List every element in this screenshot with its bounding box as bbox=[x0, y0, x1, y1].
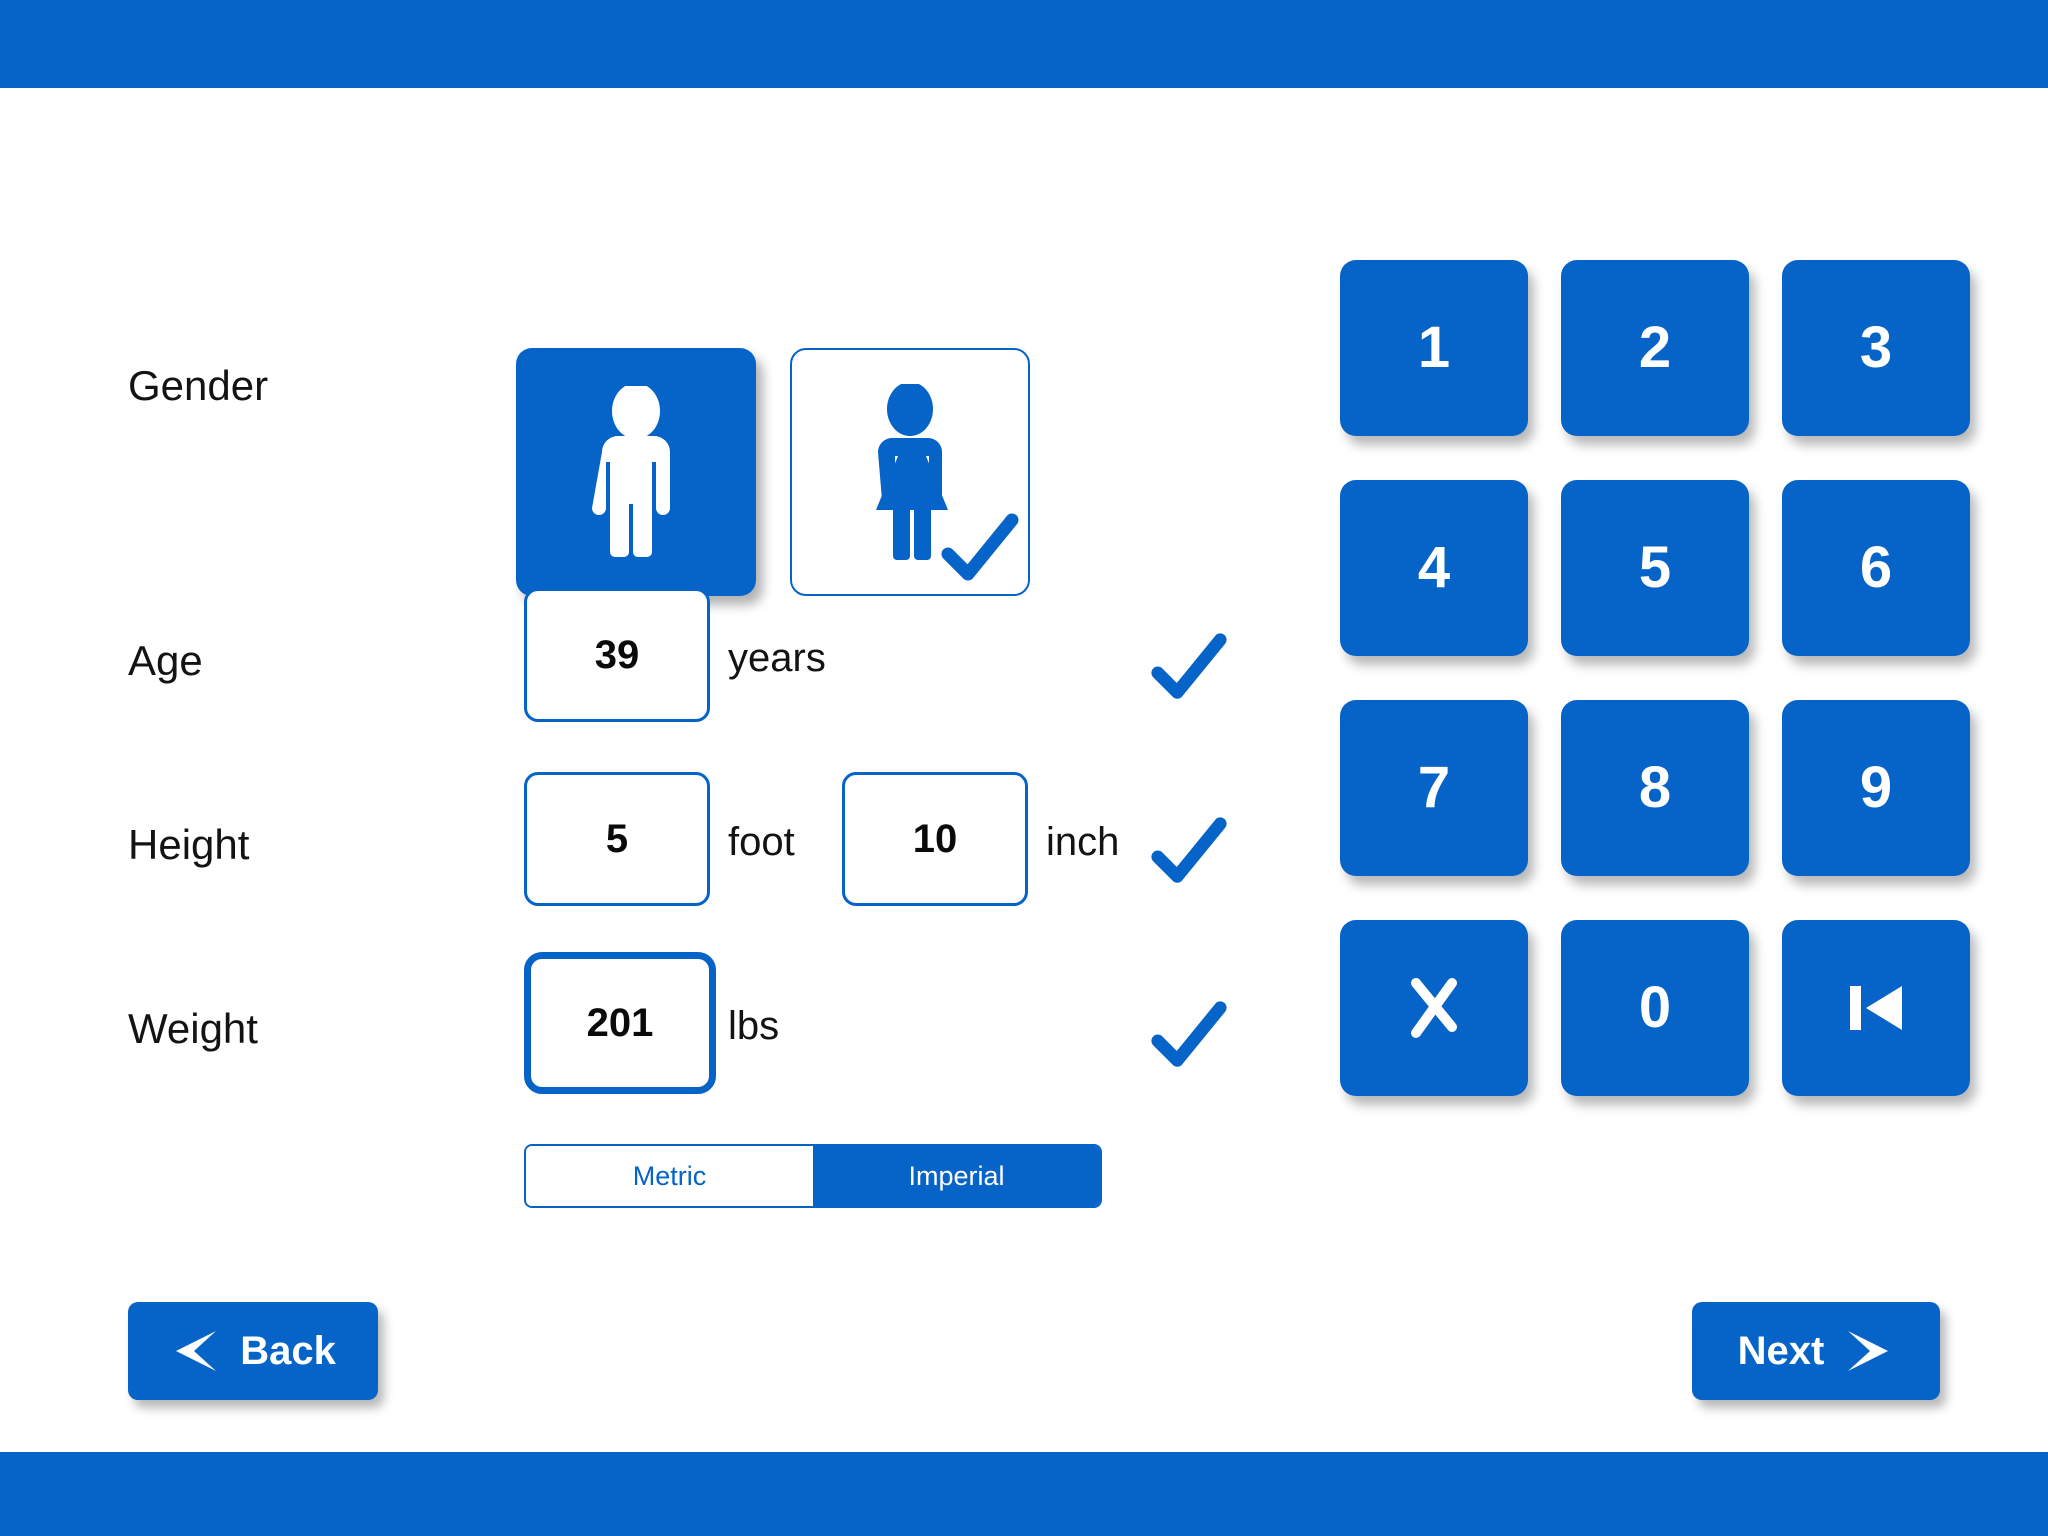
bottom-bar bbox=[0, 1452, 2048, 1536]
gender-selected-checkmark-icon bbox=[938, 508, 1022, 592]
next-button-label: Next bbox=[1737, 1329, 1825, 1373]
weight-row: Weight 201 lbs Metric Imperial bbox=[0, 952, 1300, 1236]
age-valid-checkmark-icon bbox=[1148, 628, 1230, 710]
height-inch-unit-label: inch bbox=[1046, 820, 1120, 864]
patient-data-entry-screen: Gender Age 39 years Height 5 foot 10 inc… bbox=[0, 0, 2048, 1536]
gender-female-button[interactable] bbox=[790, 348, 1030, 596]
key-9[interactable]: 9 bbox=[1782, 700, 1970, 876]
key-7[interactable]: 7 bbox=[1340, 700, 1528, 876]
weight-input[interactable]: 201 bbox=[524, 952, 716, 1094]
gender-label: Gender bbox=[128, 362, 269, 409]
key-5[interactable]: 5 bbox=[1561, 480, 1749, 656]
key-0[interactable]: 0 bbox=[1561, 920, 1749, 1096]
unit-toggle-metric[interactable]: Metric bbox=[526, 1146, 813, 1206]
height-feet-unit-label: foot bbox=[728, 820, 795, 864]
chevron-right-icon bbox=[1842, 1328, 1894, 1374]
weight-valid-checkmark-icon bbox=[1148, 996, 1230, 1078]
key-2[interactable]: 2 bbox=[1561, 260, 1749, 436]
key-4[interactable]: 4 bbox=[1340, 480, 1528, 656]
key-6[interactable]: 6 bbox=[1782, 480, 1970, 656]
weight-label: Weight bbox=[128, 1005, 258, 1052]
age-label: Age bbox=[128, 637, 203, 684]
height-feet-input[interactable]: 5 bbox=[524, 772, 710, 906]
height-inch-input[interactable]: 10 bbox=[842, 772, 1028, 906]
age-unit-label: years bbox=[728, 636, 826, 680]
numeric-keypad: 1 2 3 4 5 6 7 8 9 0 bbox=[1340, 260, 1970, 1112]
back-button-label: Back bbox=[240, 1329, 336, 1373]
height-valid-checkmark-icon bbox=[1148, 812, 1230, 894]
key-3[interactable]: 3 bbox=[1782, 260, 1970, 436]
form-area: Gender Age 39 years Height 5 foot 10 inc… bbox=[0, 88, 1300, 1452]
chevron-left-icon bbox=[170, 1328, 222, 1374]
height-label: Height bbox=[128, 821, 250, 868]
key-clear[interactable] bbox=[1340, 920, 1528, 1096]
clear-x-icon bbox=[1408, 977, 1460, 1039]
gender-male-button[interactable] bbox=[516, 348, 756, 596]
weight-unit-label: lbs bbox=[728, 1004, 780, 1048]
age-input[interactable]: 39 bbox=[524, 588, 710, 722]
next-button[interactable]: Next bbox=[1692, 1302, 1940, 1400]
gender-row: Gender bbox=[0, 260, 1300, 596]
key-8[interactable]: 8 bbox=[1561, 700, 1749, 876]
top-bar bbox=[0, 0, 2048, 88]
unit-toggle-imperial[interactable]: Imperial bbox=[813, 1146, 1100, 1206]
unit-system-toggle[interactable]: Metric Imperial bbox=[524, 1144, 1102, 1208]
key-1[interactable]: 1 bbox=[1340, 260, 1528, 436]
back-button[interactable]: Back bbox=[128, 1302, 378, 1400]
skip-back-icon bbox=[1844, 980, 1908, 1036]
male-figure-icon bbox=[582, 386, 690, 558]
height-row: Height 5 foot 10 inch bbox=[0, 772, 1300, 922]
age-row: Age 39 years bbox=[0, 588, 1300, 738]
key-backspace[interactable] bbox=[1782, 920, 1970, 1096]
